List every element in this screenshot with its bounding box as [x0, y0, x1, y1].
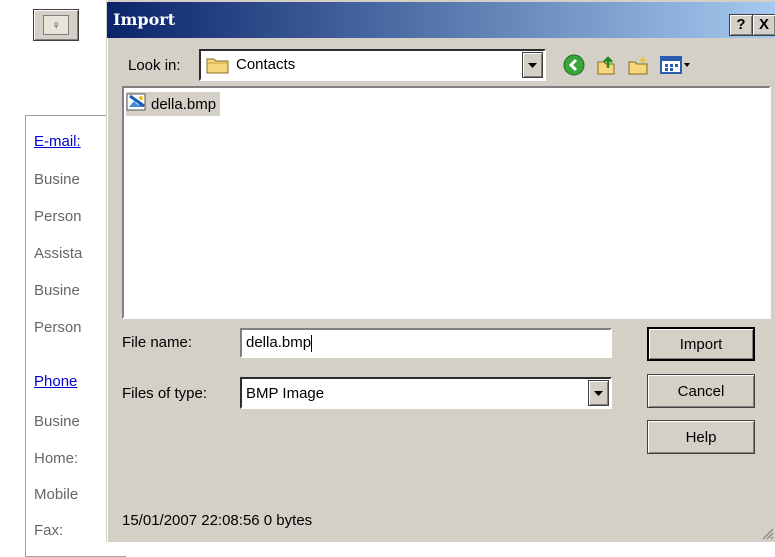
look-in-dropdown-arrow[interactable]	[522, 52, 543, 78]
look-in-label: Look in:	[128, 57, 181, 74]
file-name: della.bmp	[151, 95, 217, 113]
file-list[interactable]: della.bmp	[122, 86, 771, 319]
file-name-label: File name:	[122, 334, 193, 351]
import-button[interactable]: Import	[647, 327, 755, 361]
look-in-value: Contacts	[236, 56, 296, 73]
email-line-2: Person	[34, 208, 82, 225]
dialog-title: Import	[113, 10, 176, 29]
status-text: 15/01/2007 22:08:56 0 bytes	[122, 512, 313, 529]
cancel-button[interactable]: Cancel	[647, 374, 755, 408]
dialog-titlebar[interactable]: Import ? X	[107, 2, 775, 38]
import-dialog: Import ? X Look in: Contacts della.bmp F…	[106, 0, 775, 542]
files-of-type-label: Files of type:	[122, 385, 208, 402]
file-name-value: della.bmp	[246, 334, 312, 351]
look-in-combo[interactable]: Contacts	[199, 49, 546, 81]
email-line-3: Assista	[34, 245, 83, 262]
email-line-4: Busine	[34, 282, 80, 299]
email-section-link[interactable]: E-mail:	[34, 133, 110, 150]
contact-picture-button[interactable]: ♀	[33, 9, 79, 41]
close-title-button[interactable]: X	[752, 14, 775, 36]
email-line-1: Busine	[34, 171, 80, 188]
email-line-5: Person	[34, 319, 82, 336]
contact-picture-icon: ♀	[43, 15, 69, 35]
phone-line-3: Mobile	[34, 486, 79, 503]
files-of-type-value: BMP Image	[246, 385, 325, 402]
new-folder-icon[interactable]	[626, 53, 650, 77]
list-item[interactable]: della.bmp	[126, 92, 221, 116]
files-of-type-combo[interactable]: BMP Image	[240, 377, 612, 409]
help-button[interactable]: Help	[647, 420, 755, 454]
view-menu-icon[interactable]	[658, 53, 694, 77]
text-caret	[311, 334, 313, 352]
help-title-button[interactable]: ?	[729, 14, 753, 36]
up-folder-icon[interactable]	[594, 53, 618, 77]
back-icon[interactable]	[562, 53, 586, 77]
files-of-type-dropdown-arrow[interactable]	[588, 380, 609, 406]
resize-grip-icon[interactable]	[760, 526, 774, 540]
folder-icon	[206, 56, 230, 78]
bmp-image-icon	[126, 92, 148, 116]
file-name-input[interactable]: della.bmp	[240, 328, 612, 358]
phone-section-link[interactable]: Phone	[34, 373, 110, 390]
phone-line-1: Busine	[34, 413, 80, 430]
phone-line-4: Fax:	[34, 522, 64, 539]
background-contact-form: ♀ E-mail: Busine Person Assista Busine P…	[0, 0, 126, 557]
phone-line-2: Home:	[34, 450, 79, 467]
